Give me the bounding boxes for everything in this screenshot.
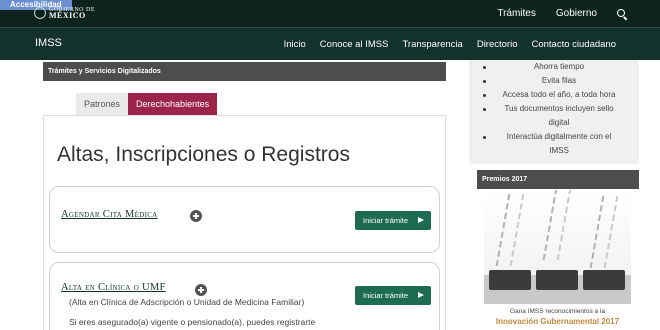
- service-card: Agendar Cita Médica Iniciar trámite: [49, 186, 440, 253]
- logo-text: GOBIERNO DE MÉXICO: [49, 7, 95, 20]
- awards-header: Premios 2017: [477, 170, 639, 189]
- section-header: Trámites y Servicios Digitalizados: [43, 62, 446, 81]
- brand-link[interactable]: IMSS: [35, 37, 62, 49]
- awards-caption: Gana IMSS reconocimientos a la: [509, 308, 606, 315]
- nav-item-inicio[interactable]: Inicio: [284, 39, 306, 50]
- service-title-link[interactable]: Alta en Clínica o UMF: [61, 282, 166, 293]
- benefits-list: Ahorra tiempo Evita filas Accesa todo el…: [469, 60, 639, 158]
- service-subtitle: (Alta en Clínica de Adscripción o Unidad…: [69, 297, 305, 307]
- main-navbar: IMSS Inicio Conoce al IMSS Transparencia…: [0, 27, 660, 60]
- trophy-base-image: [536, 270, 578, 290]
- tab-patrones[interactable]: Patrones: [76, 93, 129, 115]
- trophy-sculpture-image: [542, 190, 572, 260]
- play-arrow-icon: [418, 217, 424, 223]
- play-arrow-icon: [418, 292, 424, 298]
- main-nav: Inicio Conoce al IMSS Transparencia Dire…: [284, 28, 616, 61]
- benefit-item: Accesa todo el año, a toda hora: [483, 88, 631, 102]
- service-card: Alta en Clínica o UMF (Alta en Clínica d…: [49, 262, 440, 330]
- nav-item-transparencia[interactable]: Transparencia: [402, 39, 462, 50]
- tab-bar: Patrones Derechohabientes: [76, 93, 218, 115]
- start-procedure-label: Iniciar trámite: [363, 216, 409, 225]
- trophy-base-image: [489, 270, 531, 290]
- awards-highlight: Innovación Gubernamental 2017: [495, 317, 620, 326]
- benefit-item: Tus documentos incluyen sello: [483, 102, 631, 116]
- benefit-item: Ahorra tiempo: [483, 60, 631, 74]
- logo-line-2: MÉXICO: [49, 11, 86, 20]
- plus-icon[interactable]: [195, 284, 207, 296]
- plus-icon[interactable]: [190, 210, 202, 222]
- benefits-box: Ahorra tiempo Evita filas Accesa todo el…: [469, 60, 639, 164]
- top-link-gobierno[interactable]: Gobierno: [556, 8, 597, 19]
- trophy-base-image: [583, 270, 625, 290]
- gobierno-logo[interactable]: GOBIERNO DE MÉXICO: [34, 6, 95, 20]
- start-procedure-label: Iniciar trámite: [363, 291, 409, 300]
- service-description: Si eres asegurado(a) vigente o pensionad…: [69, 317, 316, 327]
- trophy-sculpture-image: [589, 196, 619, 268]
- benefit-item-continuation: digital: [548, 118, 570, 127]
- search-icon[interactable]: [617, 8, 627, 19]
- trophy-sculpture-image: [495, 194, 525, 266]
- tab-derechohabientes[interactable]: Derechohabientes: [128, 93, 218, 115]
- start-procedure-button[interactable]: Iniciar trámite: [355, 286, 431, 305]
- top-link-tramites[interactable]: Trámites: [497, 8, 536, 19]
- top-bar: Accesibilidad GOBIERNO DE MÉXICO Trámite…: [0, 0, 660, 27]
- top-nav: Trámites Gobierno: [497, 0, 627, 27]
- nav-item-directorio[interactable]: Directorio: [477, 39, 518, 50]
- seal-icon: [34, 7, 46, 19]
- benefit-item: Interactúa digitalmente con el: [483, 130, 631, 144]
- nav-item-conoce[interactable]: Conoce al IMSS: [320, 39, 389, 50]
- benefit-item-continuation: IMSS: [549, 146, 569, 155]
- awards-photo[interactable]: [484, 190, 631, 304]
- start-procedure-button[interactable]: Iniciar trámite: [355, 211, 431, 230]
- nav-item-contacto[interactable]: Contacto ciudadano: [531, 39, 616, 50]
- service-title-link[interactable]: Agendar Cita Médica: [61, 209, 158, 220]
- page-title: Altas, Inscripciones o Registros: [57, 143, 350, 166]
- benefit-item: Evita filas: [483, 74, 631, 88]
